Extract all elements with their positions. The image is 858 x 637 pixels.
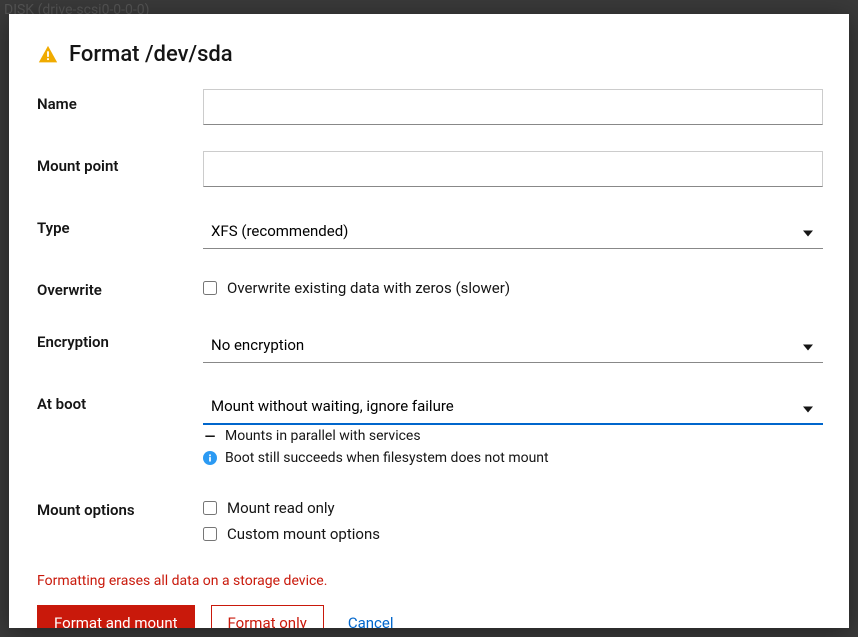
encryption-select[interactable]: No encryption — [203, 327, 823, 363]
overwrite-checkbox[interactable] — [203, 281, 217, 295]
row-mount-options: Mount options Mount read only Custom mou… — [37, 495, 823, 547]
info-icon — [203, 451, 217, 465]
warning-icon — [37, 44, 59, 66]
mount-readonly-checkbox[interactable] — [203, 501, 217, 515]
label-encryption: Encryption — [37, 327, 203, 351]
at-boot-select-value: Mount without waiting, ignore failure — [211, 397, 454, 415]
mount-point-input[interactable] — [203, 151, 823, 187]
name-input[interactable] — [203, 89, 823, 125]
label-type: Type — [37, 213, 203, 237]
row-overwrite: Overwrite Overwrite existing data with z… — [37, 275, 823, 301]
row-mount-point: Mount point — [37, 151, 823, 187]
at-boot-select[interactable]: Mount without waiting, ignore failure — [203, 389, 823, 425]
at-boot-hint-2-text: Boot still succeeds when filesystem does… — [225, 450, 549, 466]
dash-icon: — — [203, 429, 217, 443]
row-type: Type XFS (recommended) — [37, 213, 823, 249]
row-encryption: Encryption No encryption — [37, 327, 823, 363]
label-at-boot: At boot — [37, 389, 203, 413]
encryption-select-value: No encryption — [211, 336, 304, 354]
custom-mount-label[interactable]: Custom mount options — [227, 525, 380, 543]
label-overwrite: Overwrite — [37, 275, 203, 299]
at-boot-hint-1-text: Mounts in parallel with services — [225, 428, 421, 444]
type-select[interactable]: XFS (recommended) — [203, 213, 823, 249]
type-select-value: XFS (recommended) — [211, 222, 348, 240]
modal-title: Format /dev/sda — [69, 42, 233, 67]
format-only-button[interactable]: Format only — [211, 605, 324, 628]
at-boot-hint-2: Boot still succeeds when filesystem does… — [203, 447, 823, 469]
cancel-button[interactable]: Cancel — [340, 606, 402, 628]
warning-text: Formatting erases all data on a storage … — [37, 573, 823, 589]
row-name: Name — [37, 89, 823, 125]
mount-readonly-label[interactable]: Mount read only — [227, 499, 335, 517]
modal-header: Format /dev/sda — [37, 42, 823, 67]
label-mount-point: Mount point — [37, 151, 203, 175]
format-and-mount-button[interactable]: Format and mount — [37, 605, 195, 628]
format-modal: Format /dev/sda Name Mount point Type XF… — [9, 14, 849, 628]
row-at-boot: At boot Mount without waiting, ignore fa… — [37, 389, 823, 469]
button-row: Format and mount Format only Cancel — [37, 605, 823, 628]
overwrite-checkbox-label[interactable]: Overwrite existing data with zeros (slow… — [227, 279, 510, 297]
custom-mount-checkbox[interactable] — [203, 527, 217, 541]
label-name: Name — [37, 89, 203, 113]
label-mount-options: Mount options — [37, 495, 203, 519]
at-boot-hint-1: — Mounts in parallel with services — [203, 425, 823, 447]
